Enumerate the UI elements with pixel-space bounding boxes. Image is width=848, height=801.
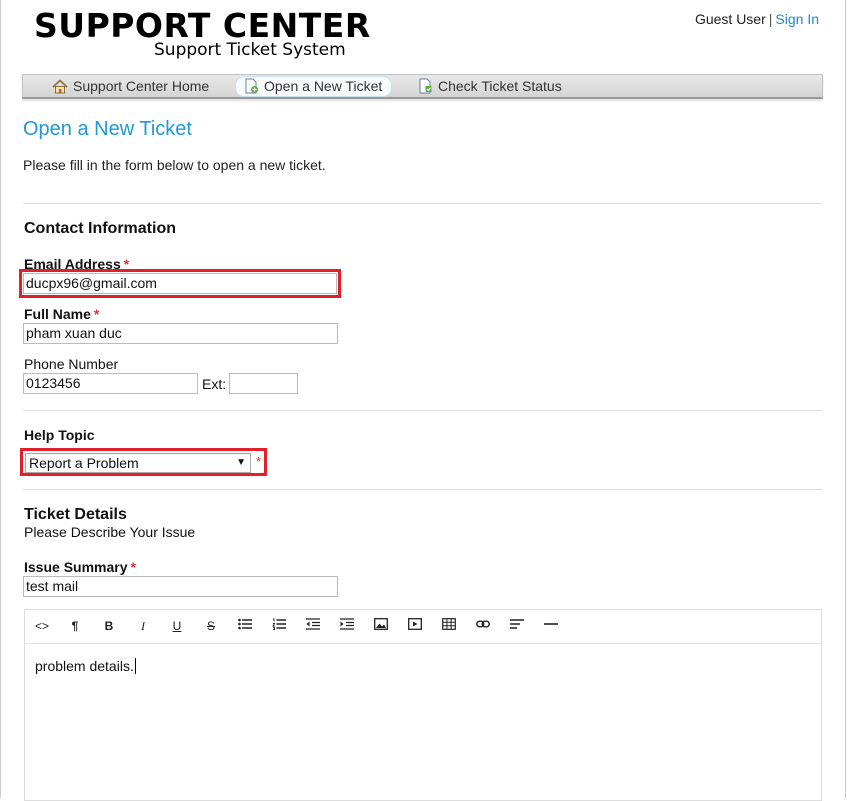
intro-text: Please fill in the form below to open a … [23,157,326,173]
email-field[interactable]: ducpx96@gmail.com [23,273,337,294]
ticket-subheading: Please Describe Your Issue [24,524,196,540]
summary-label-text: Issue Summary [24,559,128,575]
nav-label: Support Center Home [73,78,210,94]
underline-icon[interactable]: U [168,618,186,634]
nav-check-status[interactable]: Check Ticket Status [410,77,571,96]
required-mark: * [130,559,136,575]
editor-toolbar: <> ¶ B I U S [25,610,821,644]
ticket-status-icon [419,78,432,94]
sign-in-link[interactable]: Sign In [775,11,819,27]
help-topic-label: Help Topic [24,427,95,443]
ticket-heading: Ticket Details [24,506,127,523]
contact-heading: Contact Information [24,220,176,237]
page-title: Open a New Ticket [23,118,192,140]
image-icon[interactable] [372,618,390,634]
editor-body[interactable]: problem details. [25,644,821,688]
phone-field[interactable]: 0123456 [23,373,198,394]
nav-open-ticket[interactable]: Open a New Ticket [235,76,393,97]
help-topic-select[interactable]: Report a Problem ▼ [25,453,251,473]
paragraph-icon[interactable]: ¶ [66,618,84,634]
video-icon[interactable] [406,618,424,634]
text-cursor [134,658,136,674]
outdent-icon[interactable] [304,618,322,634]
bold-icon[interactable]: B [100,618,118,634]
ext-label: Ext: [202,376,227,392]
required-mark: * [256,454,262,469]
italic-icon[interactable]: I [134,618,152,634]
new-ticket-icon [245,78,258,94]
horizontal-rule-icon[interactable] [542,618,560,634]
separator: | [768,11,773,27]
guest-user-label: Guest User [694,11,766,27]
ordered-list-icon[interactable] [270,618,288,634]
strikethrough-icon[interactable]: S [202,618,220,634]
name-label-text: Full Name [24,306,91,322]
dropdown-arrow-icon: ▼ [236,457,246,468]
full-name-field[interactable]: pham xuan duc [23,323,338,344]
code-view-icon[interactable]: <> [33,618,51,634]
divider [23,410,822,411]
divider [23,203,822,204]
link-icon[interactable] [474,618,492,634]
editor-text: problem details. [35,658,134,674]
home-icon [52,79,68,94]
required-mark: * [93,306,100,322]
name-label: Full Name * [24,306,99,322]
nav-support-home[interactable]: Support Center Home [44,77,218,96]
align-left-icon[interactable] [508,618,526,634]
unordered-list-icon[interactable] [236,618,254,634]
main-nav: Support Center Home Open a New Ticket Ch… [22,74,823,99]
indent-icon[interactable] [338,618,356,634]
table-icon[interactable] [440,618,458,634]
divider [23,489,822,490]
help-topic-selected: Report a Problem [29,455,139,471]
user-area: Guest User | Sign In [695,11,819,27]
nav-label: Open a New Ticket [264,78,383,94]
rich-text-editor: <> ¶ B I U S problem details. [24,609,822,801]
nav-label: Check Ticket Status [438,78,562,94]
phone-label: Phone Number [24,356,119,372]
summary-label: Issue Summary * [24,559,136,575]
ext-field[interactable] [229,373,298,394]
logo-subtitle: Support Ticket System [154,40,346,60]
issue-summary-field[interactable]: test mail [23,576,338,597]
page-frame: SUPPORT CENTER Support Ticket System Gue… [0,0,846,801]
